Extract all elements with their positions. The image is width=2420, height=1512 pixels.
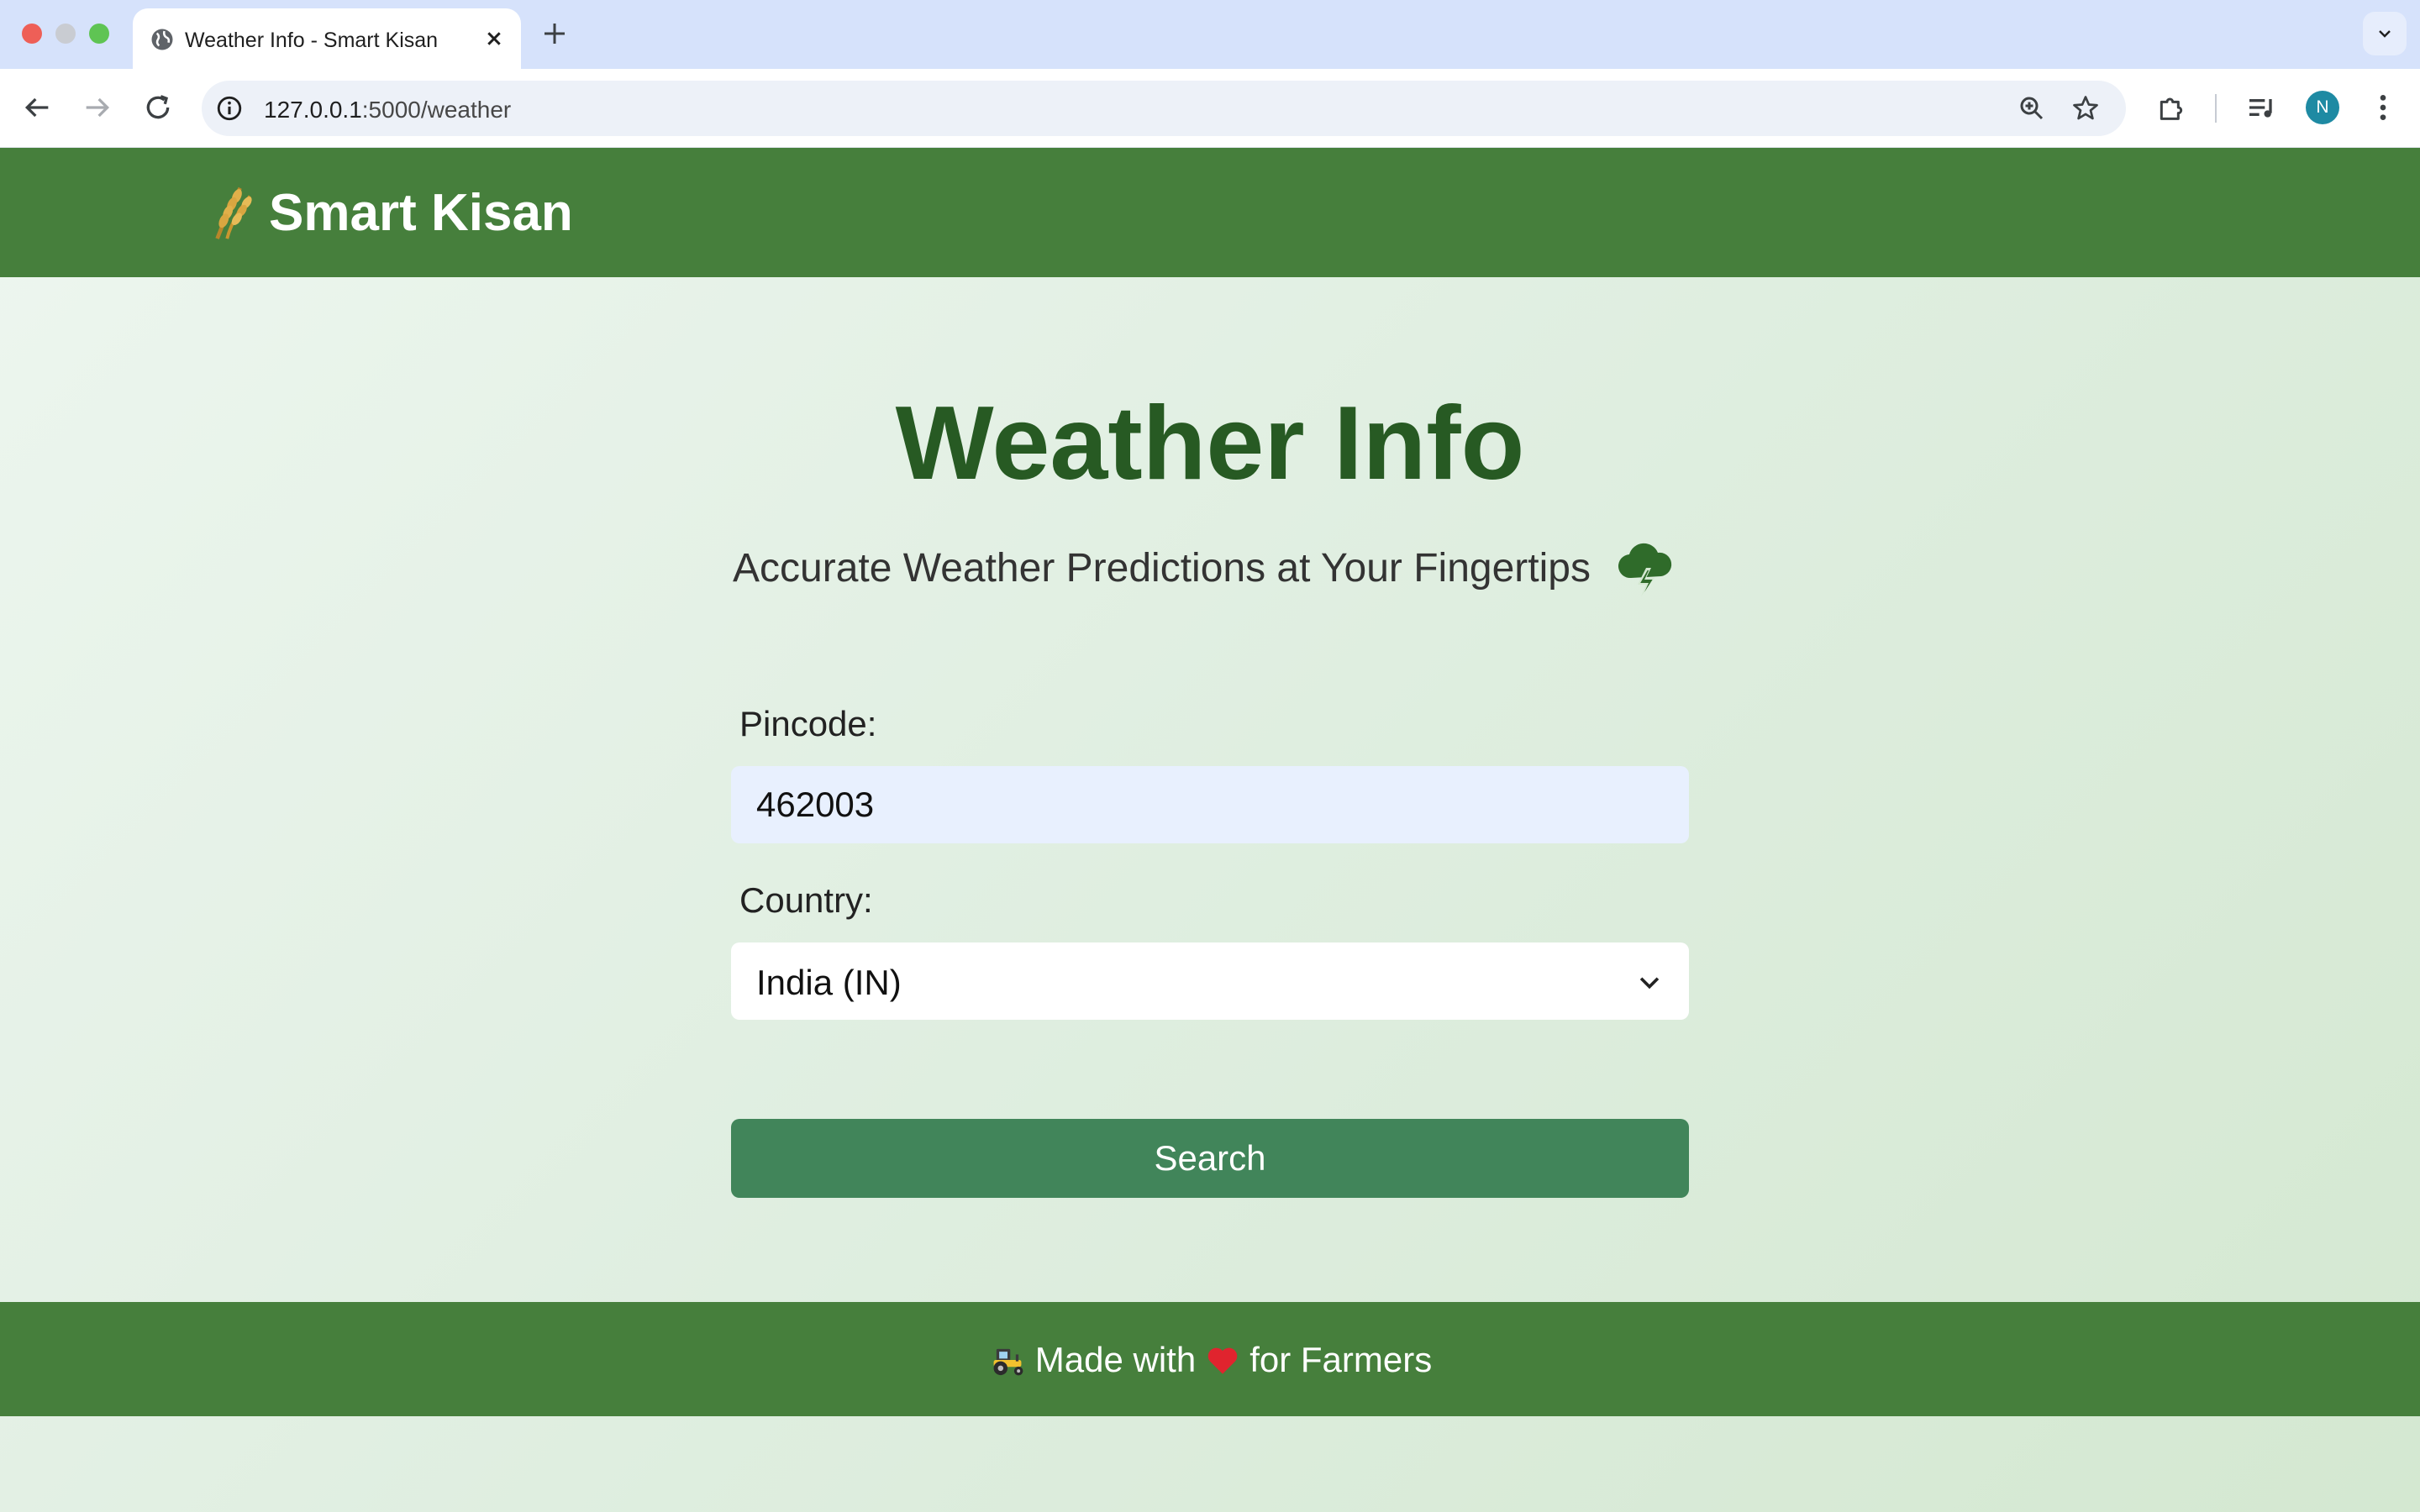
- chevron-down-icon: [1639, 977, 1660, 990]
- search-button[interactable]: Search: [731, 1119, 1689, 1198]
- profile-avatar[interactable]: N: [2306, 91, 2339, 124]
- url-text: 127.0.0.1:5000/weather: [264, 97, 511, 123]
- close-icon[interactable]: [481, 25, 508, 52]
- site-header: Smart Kisan: [0, 148, 2420, 277]
- media-queue-icon[interactable]: [2245, 91, 2279, 124]
- url-host: 127.0.0.1: [264, 97, 362, 123]
- storm-cloud-icon: [1618, 543, 1672, 596]
- window-maximize-button[interactable]: [89, 24, 109, 44]
- footer-text-after: for Farmers: [1249, 1340, 1433, 1379]
- tab-title: Weather Info - Smart Kisan: [185, 29, 439, 52]
- subtitle-row: Accurate Weather Predictions at Your Fin…: [733, 534, 1673, 601]
- pincode-input[interactable]: [731, 766, 1689, 843]
- browser-tab-active[interactable]: Weather Info - Smart Kisan: [133, 8, 521, 69]
- page-subtitle: Accurate Weather Predictions at Your Fin…: [733, 545, 1591, 591]
- url-path: :5000/weather: [361, 97, 512, 123]
- reload-icon[interactable]: [141, 91, 175, 124]
- window-close-button[interactable]: [22, 24, 42, 44]
- tab-search-button[interactable]: [2363, 12, 2407, 55]
- bookmark-star-icon[interactable]: [2070, 93, 2101, 123]
- footer-text-before: Made with: [1034, 1340, 1197, 1379]
- footer-message: Made with for Farmers: [0, 1339, 2420, 1381]
- chevron-down-icon: [2379, 30, 2391, 38]
- new-tab-plus-icon[interactable]: [539, 18, 570, 49]
- window-minimize-button[interactable]: [55, 24, 76, 44]
- wheat-icon: [215, 186, 252, 239]
- site-info-icon[interactable]: [215, 94, 244, 123]
- browser-tab-strip: Weather Info - Smart Kisan: [0, 0, 2420, 69]
- country-selected-value: India (IN): [756, 963, 902, 1002]
- back-arrow-icon[interactable]: [20, 91, 54, 124]
- more-menu-icon[interactable]: [2366, 91, 2400, 124]
- globe-icon: [151, 29, 173, 50]
- brand-link[interactable]: Smart Kisan: [207, 183, 573, 242]
- zoom-icon[interactable]: [2017, 93, 2047, 123]
- toolbar-divider: [2215, 94, 2217, 123]
- heart-icon: [1207, 1347, 1238, 1374]
- page-title: Weather Info: [895, 386, 1525, 501]
- tractor-icon: [993, 1348, 1023, 1376]
- brand-name: Smart Kisan: [269, 183, 573, 242]
- page-viewport: Smart Kisan Weather Info Accurate Weathe…: [0, 148, 2420, 1512]
- pincode-label: Pincode:: [739, 704, 877, 743]
- country-label: Country:: [739, 880, 873, 920]
- forward-arrow-icon[interactable]: [81, 91, 114, 124]
- site-footer: Made with for Farmers: [0, 1302, 2420, 1416]
- country-select[interactable]: India (IN): [731, 942, 1689, 1020]
- browser-toolbar: 127.0.0.1:5000/weather N: [0, 69, 2420, 148]
- address-bar[interactable]: 127.0.0.1:5000/weather: [202, 81, 2126, 136]
- extensions-puzzle-icon[interactable]: [2154, 91, 2188, 124]
